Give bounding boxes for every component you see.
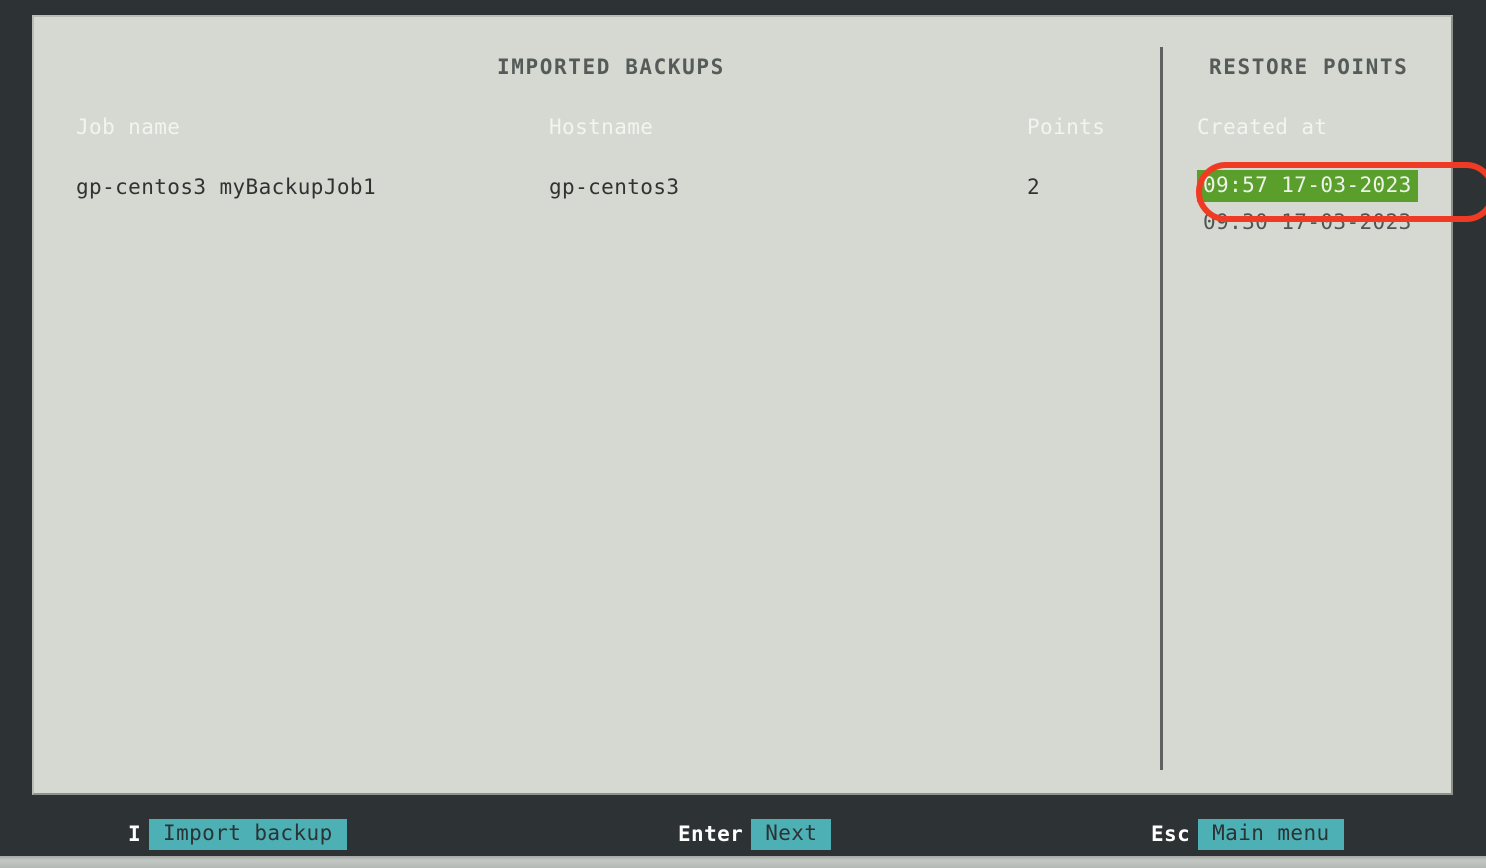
column-header-hostname: Hostname — [549, 115, 654, 139]
status-bar: I Import backup Enter Next Esc Main menu — [0, 812, 1486, 856]
restore-points-title: RESTORE POINTS — [1209, 55, 1409, 79]
restore-point-item-selected[interactable]: 09:57 17-03-2023 — [1197, 170, 1418, 202]
status-item-next[interactable]: Enter Next — [670, 812, 832, 856]
table-row-job-name[interactable]: gp-centos3 myBackupJob1 — [76, 175, 376, 199]
table-row-hostname[interactable]: gp-centos3 — [549, 175, 679, 199]
status-key-enter: Enter — [678, 822, 744, 846]
imported-backups-title: IMPORTED BACKUPS — [497, 55, 725, 79]
column-header-job-name: Job name — [76, 115, 181, 139]
column-divider — [1160, 47, 1163, 770]
column-header-created-at: Created at — [1197, 115, 1328, 139]
status-action-next[interactable]: Next — [751, 818, 832, 850]
terminal-panel: IMPORTED BACKUPS RESTORE POINTS Job name… — [32, 15, 1486, 795]
status-action-import-backup[interactable]: Import backup — [149, 818, 347, 850]
status-key-i: I — [128, 822, 142, 846]
status-action-main-menu[interactable]: Main menu — [1198, 818, 1344, 850]
table-row-points[interactable]: 2 — [1027, 175, 1040, 199]
status-key-esc: Esc — [1151, 822, 1191, 846]
column-header-points: Points — [1027, 115, 1106, 139]
status-item-import-backup[interactable]: I Import backup — [120, 812, 347, 856]
status-item-main-menu[interactable]: Esc Main menu — [1143, 812, 1344, 856]
window-bottom-bar — [0, 856, 1486, 868]
restore-point-item[interactable]: 09:30 17-03-2023 — [1197, 207, 1418, 239]
